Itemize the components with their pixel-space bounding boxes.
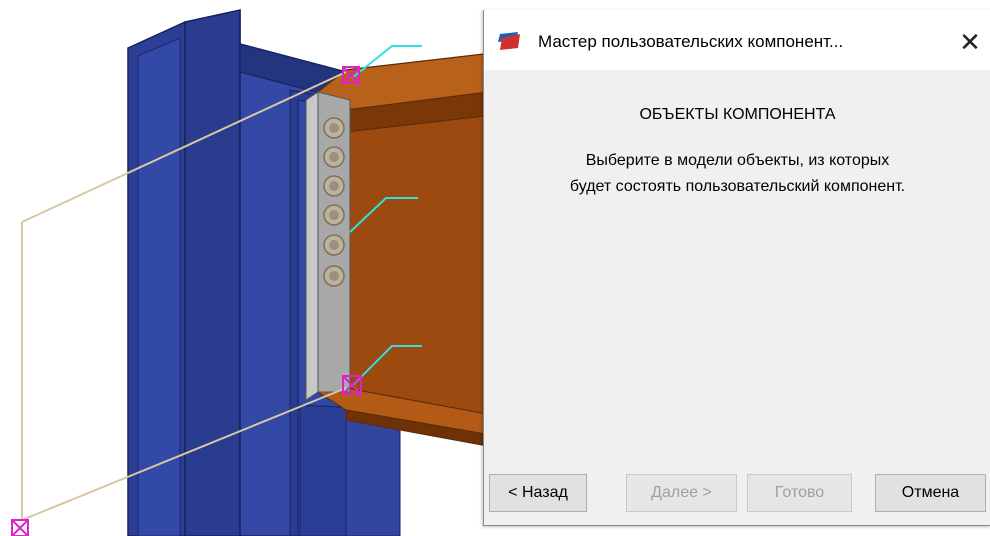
step-heading: ОБЪЕКТЫ КОМПОНЕНТА <box>639 106 836 123</box>
finish-button[interactable]: Готово <box>747 474 852 512</box>
dialog-body: ОБЪЕКТЫ КОМПОНЕНТА Выберите в модели объ… <box>484 70 990 465</box>
description-line: будет состоять пользовательский компонен… <box>569 178 906 195</box>
app-icon <box>498 32 520 50</box>
handle-icon[interactable] <box>11 519 29 536</box>
bolt-icon[interactable] <box>323 265 345 287</box>
custom-component-wizard-dialog: Мастер пользовательских компонент... ✕ О… <box>483 10 990 526</box>
cancel-button[interactable]: Отмена <box>875 474 986 512</box>
back-button[interactable]: < Назад <box>489 474 587 512</box>
bolt-icon[interactable] <box>323 117 345 139</box>
step-description: Выберите в модели объекты, из которых бу… <box>484 148 990 200</box>
description-line: Выберите в модели объекты, из которых <box>585 152 890 169</box>
bolt-icon[interactable] <box>323 146 345 168</box>
dialog-titlebar[interactable]: Мастер пользовательских компонент... ✕ <box>484 10 990 70</box>
dialog-title: Мастер пользовательских компонент... <box>538 32 844 51</box>
bolt-icon[interactable] <box>323 204 345 226</box>
bolt-icon[interactable] <box>323 175 345 197</box>
next-button[interactable]: Далее > <box>626 474 737 512</box>
close-icon[interactable]: ✕ <box>950 22 990 62</box>
bolt-icon[interactable] <box>323 234 345 256</box>
